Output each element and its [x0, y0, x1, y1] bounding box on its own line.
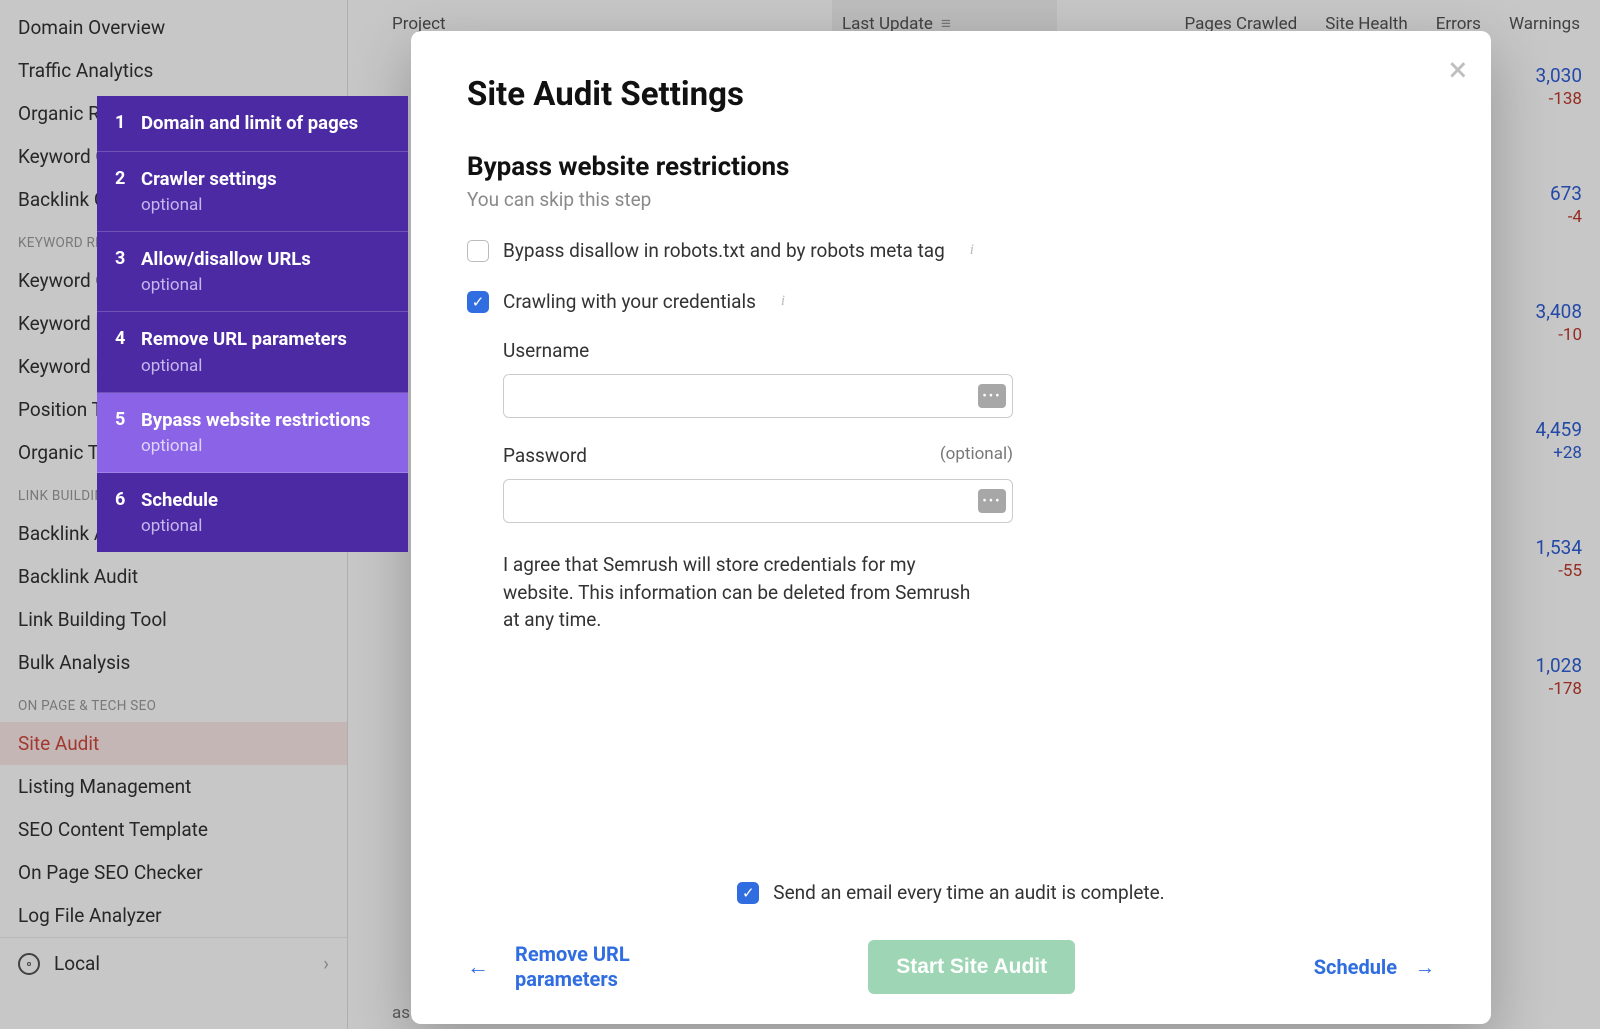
password-block: Password (optional) •••: [503, 444, 1013, 523]
step-optional-label: optional: [141, 436, 390, 456]
back-button-label: Remove URLparameters: [515, 942, 630, 992]
password-manager-icon[interactable]: •••: [978, 384, 1006, 408]
site-audit-settings-modal: × Site Audit Settings Bypass website res…: [411, 31, 1491, 1024]
password-input-wrap: •••: [503, 479, 1013, 523]
wizard-step[interactable]: 4 Remove URL parameters optional: [97, 312, 408, 392]
crawl-credentials-label: Crawling with your credentials: [503, 290, 756, 313]
username-block: Username •••: [503, 339, 1013, 418]
crawl-credentials-row[interactable]: ✓ Crawling with your credentials i: [467, 290, 1435, 313]
wizard-steps: 1 Domain and limit of pages 2 Crawler se…: [97, 96, 408, 552]
modal-subtitle: Bypass website restrictions: [467, 152, 1435, 182]
wizard-step[interactable]: 1 Domain and limit of pages: [97, 96, 408, 152]
next-button-label: Schedule: [1314, 955, 1397, 979]
arrow-right-icon: →: [1415, 955, 1435, 980]
step-optional-label: optional: [141, 275, 390, 295]
wizard-step[interactable]: 5 Bypass website restrictions optional: [97, 393, 408, 473]
bypass-robots-row[interactable]: Bypass disallow in robots.txt and by rob…: [467, 239, 1435, 262]
step-number: 6: [115, 489, 141, 536]
step-optional-label: optional: [141, 195, 390, 215]
checkbox-email-notify[interactable]: ✓: [737, 882, 759, 904]
info-icon[interactable]: i: [963, 242, 981, 260]
modal-title: Site Audit Settings: [467, 75, 1435, 114]
password-optional-label: (optional): [940, 444, 1013, 479]
back-button[interactable]: ← Remove URLparameters: [467, 942, 630, 992]
step-number: 4: [115, 328, 141, 375]
checkbox-bypass-robots[interactable]: [467, 240, 489, 262]
start-site-audit-button[interactable]: Start Site Audit: [868, 940, 1075, 994]
step-title: Remove URL parameters: [141, 328, 390, 351]
username-input-wrap: •••: [503, 374, 1013, 418]
step-number: 5: [115, 409, 141, 456]
next-button[interactable]: Schedule →: [1314, 955, 1435, 980]
arrow-left-icon: ←: [467, 954, 489, 980]
password-manager-icon[interactable]: •••: [978, 489, 1006, 513]
password-input[interactable]: [504, 480, 1012, 522]
wizard-step[interactable]: 2 Crawler settings optional: [97, 152, 408, 232]
step-number: 2: [115, 168, 141, 215]
step-title: Allow/disallow URLs: [141, 248, 390, 271]
step-number: 3: [115, 248, 141, 295]
wizard-step[interactable]: 6 Schedule optional: [97, 473, 408, 552]
step-title: Crawler settings: [141, 168, 390, 191]
step-optional-label: optional: [141, 516, 390, 536]
step-title: Domain and limit of pages: [141, 112, 390, 135]
checkbox-crawl-credentials[interactable]: ✓: [467, 291, 489, 313]
step-title: Bypass website restrictions: [141, 409, 390, 432]
modal-footer: ← Remove URLparameters Start Site Audit …: [467, 940, 1435, 994]
info-icon[interactable]: i: [774, 293, 792, 311]
modal-skip-text: You can skip this step: [467, 188, 1435, 211]
close-icon[interactable]: ×: [1449, 53, 1467, 87]
username-input[interactable]: [504, 375, 1012, 417]
email-notify-label: Send an email every time an audit is com…: [773, 881, 1164, 904]
username-label: Username: [503, 339, 1013, 362]
wizard-step[interactable]: 3 Allow/disallow URLs optional: [97, 232, 408, 312]
password-label: Password: [503, 444, 587, 467]
email-notification-row[interactable]: ✓ Send an email every time an audit is c…: [411, 881, 1491, 904]
agree-text: I agree that Semrush will store credenti…: [503, 551, 973, 634]
step-number: 1: [115, 112, 141, 135]
step-title: Schedule: [141, 489, 390, 512]
step-optional-label: optional: [141, 356, 390, 376]
bypass-robots-label: Bypass disallow in robots.txt and by rob…: [503, 239, 945, 262]
